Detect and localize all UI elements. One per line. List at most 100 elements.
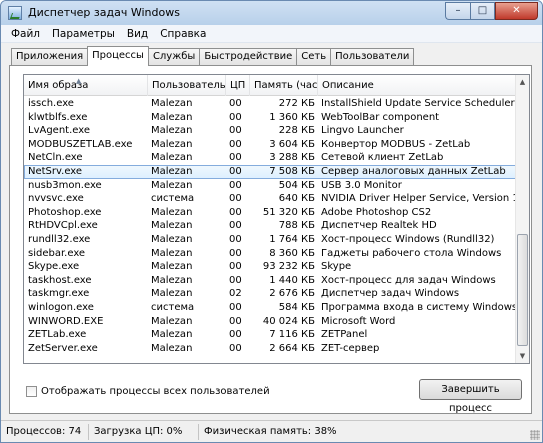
status-memory-usage: Физическая память: 38% — [204, 425, 337, 437]
cell-mem: 93 232 КБ — [262, 261, 315, 273]
scroll-down-icon[interactable]: ▼ — [516, 349, 529, 363]
cell-cpu: 00 — [229, 274, 242, 286]
cell-user: Malezan — [151, 261, 193, 273]
window-title: Диспетчер задач Windows — [28, 6, 180, 19]
cell-desc: Сервер аналоговых данных ZetLab — [321, 165, 506, 177]
tab-3[interactable]: Службы — [147, 48, 201, 66]
status-process-count: Процессов: 74 — [1, 423, 89, 440]
cell-name: issch.exe — [28, 98, 74, 109]
menu-view[interactable]: Вид — [121, 28, 154, 40]
cell-user: Malezan — [151, 315, 193, 327]
column-header-user[interactable]: Пользователь — [148, 75, 226, 96]
cell-mem: 640 КБ — [278, 193, 315, 205]
table-row[interactable]: sidebar.exe Malezan 00 8 360 КБ Гаджеты рабо… — [24, 247, 517, 261]
table-row[interactable]: rundll32.exe Malezan 00 1 764 КБ Хост-процес… — [24, 233, 517, 247]
cell-user: Malezan — [151, 165, 193, 177]
column-header-label: ЦП — [230, 80, 246, 91]
table-row[interactable]: taskhost.exe Malezan 00 1 440 КБ Хост-процес… — [24, 274, 517, 288]
table-row[interactable]: nusb3mon.exe Malezan 00 504 КБ USB 3.0 Monit… — [24, 179, 517, 193]
process-list[interactable]: Имя образа▲ Пользователь ЦП Память (час... О… — [23, 74, 530, 364]
cell-cpu: 00 — [229, 233, 242, 245]
cell-user: система — [151, 301, 195, 313]
cell-user: Malezan — [151, 125, 193, 137]
cell-mem: 7 508 КБ — [269, 165, 315, 177]
list-header: Имя образа▲ Пользователь ЦП Память (час... О… — [24, 75, 517, 96]
table-row[interactable]: winlogon.exe система 00 584 КБ Программа вхо… — [24, 301, 517, 315]
cell-mem: 584 КБ — [278, 301, 315, 313]
column-header-name[interactable]: Имя образа ▲ — [24, 75, 148, 96]
table-row[interactable]: RtHDVCpl.exe Malezan 00 788 КБ Диспетчер Rea… — [24, 219, 517, 233]
table-row[interactable]: Photoshop.exe Malezan 00 51 320 КБ Adobe Pho… — [24, 206, 517, 220]
cell-mem: 3 288 КБ — [269, 152, 315, 164]
close-button[interactable]: ✕ — [495, 2, 538, 20]
cell-name: Skype.exe — [28, 261, 80, 273]
table-row[interactable]: ZETLab.exe Malezan 00 7 116 КБ ZETPanel — [24, 328, 517, 342]
minimize-button[interactable]: – — [445, 2, 470, 20]
cell-desc: WebToolBar component — [321, 111, 440, 123]
scroll-up-icon[interactable]: ▲ — [516, 75, 529, 89]
cell-cpu: 00 — [229, 220, 242, 232]
table-row[interactable]: nvvsvc.exe система 00 640 КБ NVIDIA Driver H… — [24, 192, 517, 206]
maximize-button[interactable]: □ — [470, 2, 495, 20]
end-process-button[interactable]: Завершить процесс — [419, 379, 522, 414]
cell-desc: Lingvo Launcher — [321, 125, 404, 137]
table-row[interactable]: MODBUSZETLAB.exe Malezan 00 3 604 КБ Конверт… — [24, 138, 517, 152]
table-row[interactable]: ZetServer.exe Malezan 00 2 664 КБ ZET-сервер — [24, 342, 517, 356]
cell-desc: Skype — [321, 261, 352, 273]
cell-name: taskhost.exe — [28, 274, 92, 286]
cell-desc: Диспетчер Realtek HD — [321, 220, 437, 232]
column-header-cpu[interactable]: ЦП — [226, 75, 250, 96]
tab-2[interactable]: Процессы — [87, 46, 149, 66]
table-row[interactable]: WINWORD.EXE Malezan 00 40 024 КБ Microsoft W… — [24, 315, 517, 329]
table-row[interactable]: LvAgent.exe Malezan 00 228 КБ Lingvo Launche… — [24, 124, 517, 138]
cell-user: Malezan — [151, 247, 193, 259]
table-row[interactable]: taskmgr.exe Malezan 02 2 676 КБ Диспетчер за… — [24, 287, 517, 301]
cell-user: система — [151, 193, 195, 205]
cell-cpu: 00 — [229, 206, 242, 218]
cell-cpu: 00 — [229, 165, 242, 177]
tab-6[interactable]: Пользователи — [330, 48, 415, 66]
cell-user: Malezan — [151, 288, 193, 300]
cell-desc: Сетевой клиент ZetLab — [321, 152, 444, 164]
column-header-label: Пользователь — [152, 80, 226, 91]
resize-grip-icon[interactable] — [530, 430, 540, 440]
cell-user: Malezan — [151, 179, 193, 191]
processes-tab-panel: Имя образа▲ Пользователь ЦП Память (час... О… — [9, 65, 532, 414]
cell-cpu: 00 — [229, 247, 242, 259]
cell-cpu: 00 — [229, 152, 242, 164]
tab-1[interactable]: Приложения — [11, 48, 89, 66]
show-all-users-checkbox[interactable] — [26, 386, 37, 397]
menu-file[interactable]: Файл — [5, 28, 46, 40]
cell-name: sidebar.exe — [28, 247, 86, 259]
cell-name: WINWORD.EXE — [28, 315, 104, 327]
cell-name: RtHDVCpl.exe — [28, 220, 98, 232]
scroll-thumb[interactable] — [517, 234, 528, 346]
table-row[interactable]: Skype.exe Malezan 00 93 232 КБ Skype — [24, 260, 517, 274]
cell-name: nvvsvc.exe — [28, 193, 84, 205]
cell-cpu: 00 — [229, 138, 242, 150]
cell-name: rundll32.exe — [28, 233, 91, 245]
cell-cpu: 00 — [229, 193, 242, 205]
tab-5[interactable]: Сеть — [296, 48, 332, 66]
cell-name: LvAgent.exe — [28, 125, 91, 137]
cell-name: winlogon.exe — [28, 301, 94, 313]
cell-mem: 1 764 КБ — [269, 233, 315, 245]
window-controls: – □ ✕ — [445, 2, 538, 20]
table-row[interactable]: NetCln.exe Malezan 00 3 288 КБ Сетевой клиен… — [24, 151, 517, 165]
cell-name: NetSrv.exe — [28, 165, 83, 177]
menu-options[interactable]: Параметры — [46, 28, 121, 40]
column-header-desc[interactable]: Описание — [318, 75, 517, 96]
sort-ascending-icon: ▲ — [76, 77, 82, 85]
table-row[interactable]: klwtblfs.exe Malezan 00 1 360 КБ WebToolBar … — [24, 111, 517, 125]
vertical-scrollbar[interactable]: ▲ ▼ — [515, 75, 529, 363]
cell-user: Malezan — [151, 220, 193, 232]
menu-help[interactable]: Справка — [154, 28, 212, 40]
show-all-users-option[interactable]: Отображать процессы всех пользователей — [26, 386, 270, 397]
table-row[interactable]: NetSrv.exe Malezan 00 7 508 КБ Сервер аналог… — [24, 164, 517, 179]
cell-cpu: 00 — [229, 315, 242, 327]
cell-name: klwtblfs.exe — [28, 111, 88, 123]
tab-4[interactable]: Быстродействие — [199, 48, 298, 66]
column-header-mem[interactable]: Память (час... — [250, 75, 318, 96]
table-row[interactable]: issch.exe Malezan 00 272 КБ InstallShield Up… — [24, 97, 517, 111]
title-bar[interactable]: Диспетчер задач Windows – □ ✕ — [1, 1, 542, 25]
